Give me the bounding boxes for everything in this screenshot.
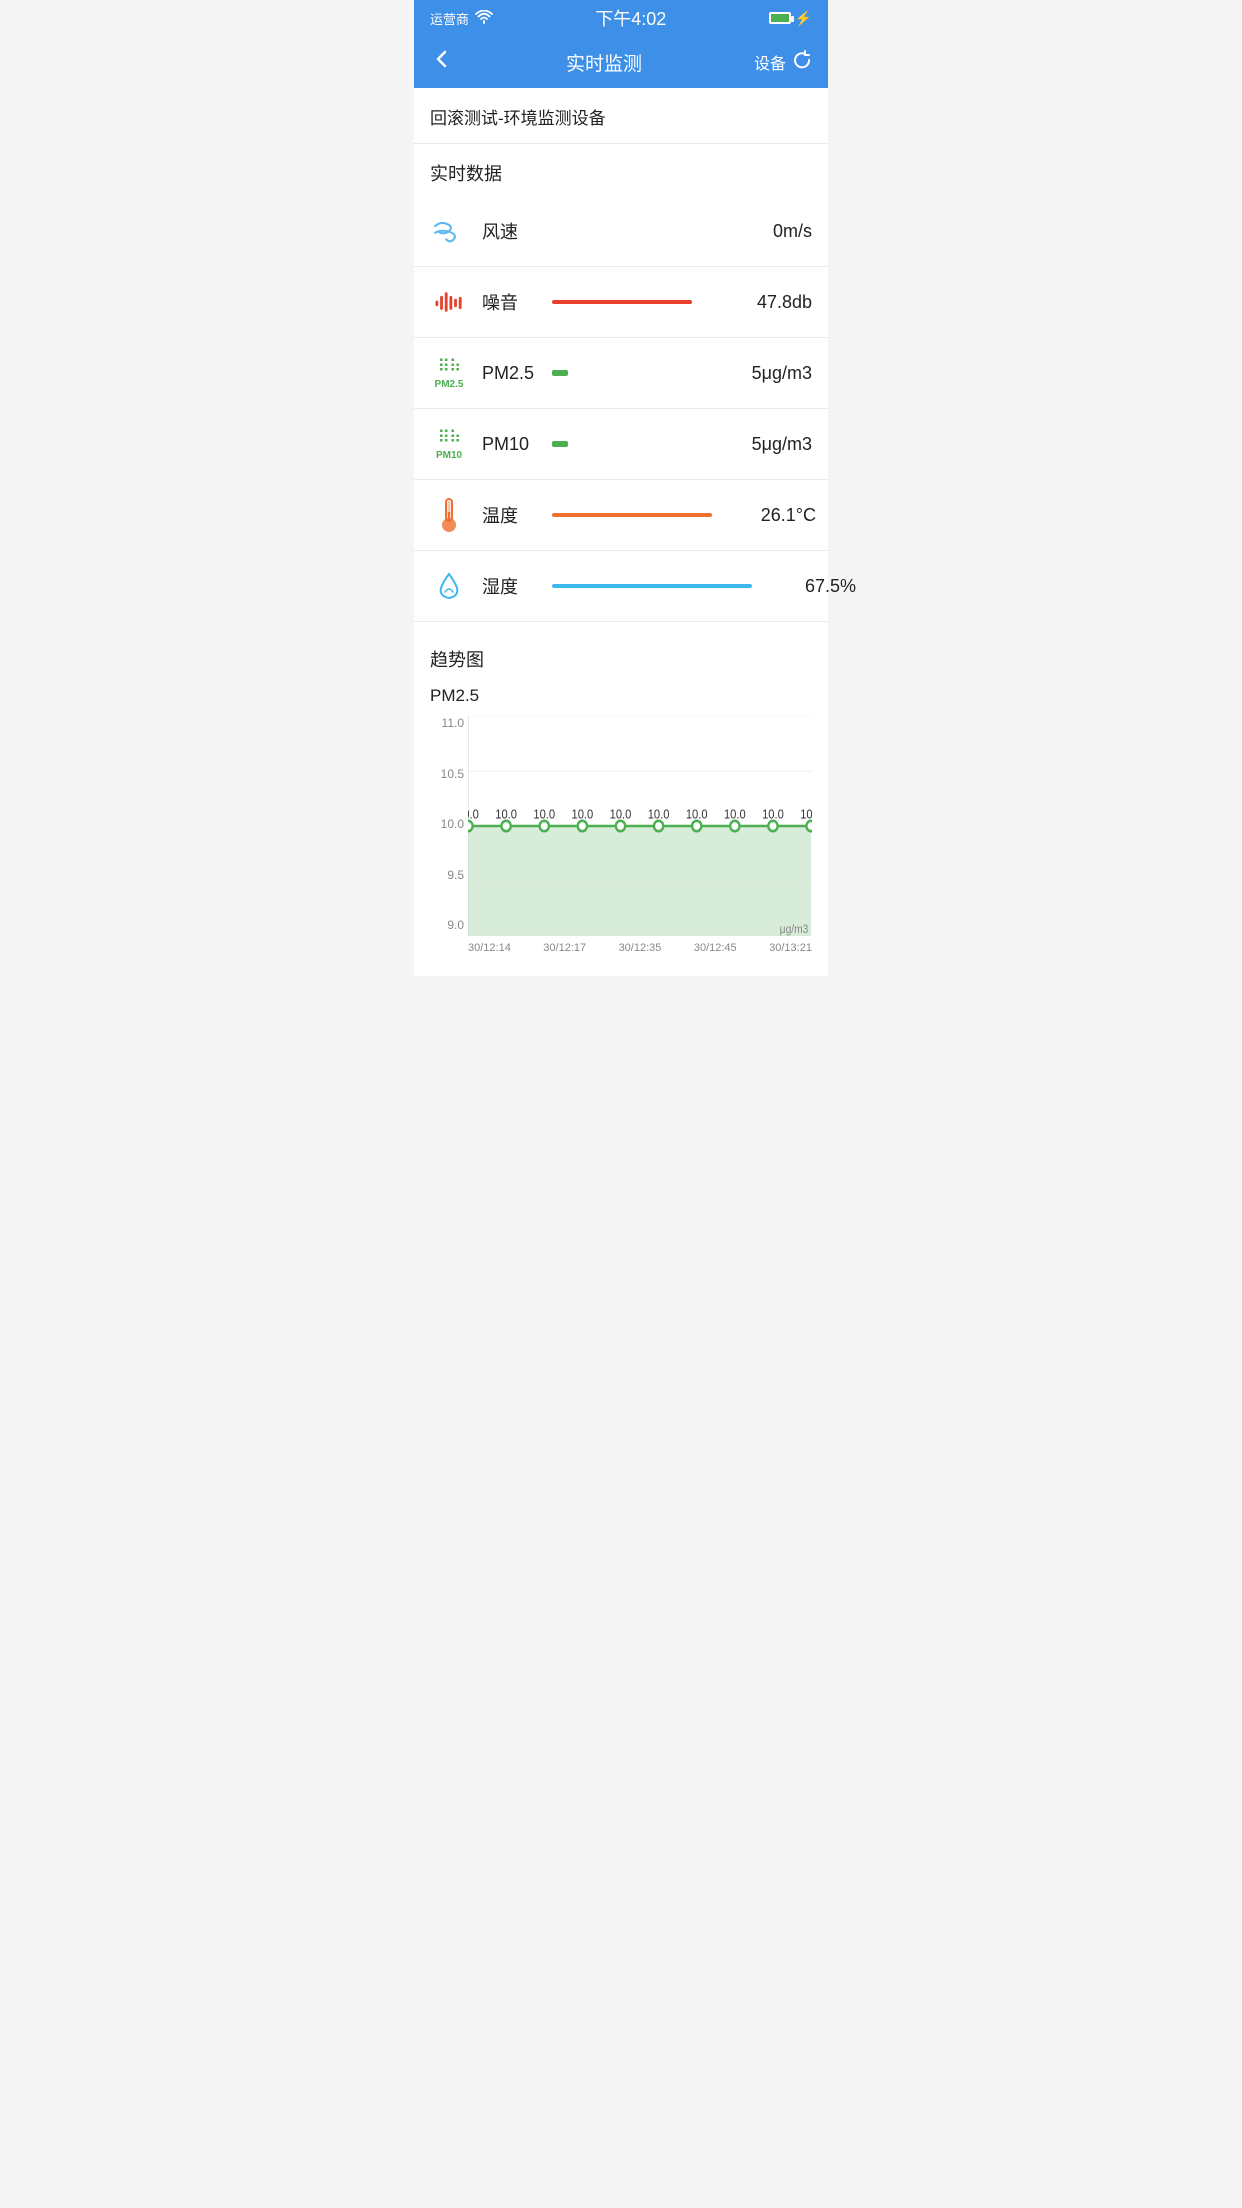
wind-icon	[430, 212, 468, 250]
wind-label: 风速	[482, 218, 538, 244]
noise-bar-area	[552, 300, 708, 304]
chart-title: PM2.5	[430, 686, 812, 706]
noise-value: 47.8db	[722, 292, 812, 313]
chart-container: 11.0 10.5 10.0 9.5 9.0	[430, 716, 812, 976]
realtime-header: 实时数据	[414, 144, 828, 196]
x-axis: 30/12:14 30/12:17 30/12:35 30/12:45 30/1…	[430, 942, 812, 954]
wifi-icon	[475, 10, 493, 27]
data-list: 风速 0m/s 噪音 47.8db	[414, 196, 828, 622]
x-label-5: 30/13:21	[769, 942, 812, 954]
status-bar: 运营商 下午4:02 ⚡	[414, 0, 828, 36]
trend-header: 趋势图	[430, 646, 812, 672]
temp-row: 温度 26.1°C	[414, 480, 828, 551]
nav-right-button[interactable]: 设备	[754, 50, 812, 75]
content: 回滚测试-环境监测设备 实时数据 风速 0m/s	[414, 88, 828, 976]
y-label-2: 10.5	[430, 767, 468, 781]
device-section: 回滚测试-环境监测设备	[414, 88, 828, 144]
x-label-1: 30/12:14	[468, 942, 511, 954]
chart-area: 11.0 10.5 10.0 9.5 9.0	[430, 716, 812, 936]
pm25-bar-area	[552, 370, 708, 376]
temp-bar-area	[552, 513, 712, 517]
noise-bar	[552, 300, 692, 304]
device-name: 回滚测试-环境监测设备	[430, 104, 812, 129]
temp-bar	[552, 513, 712, 517]
pm10-label: PM10	[482, 434, 538, 455]
status-time: 下午4:02	[595, 5, 666, 31]
trend-section: 趋势图 PM2.5 11.0 10.5 10.0 9.5 9.0	[414, 630, 828, 976]
y-label-5: 9.0	[430, 918, 468, 932]
svg-text:10.0: 10.0	[800, 807, 812, 822]
status-right: ⚡	[769, 10, 812, 27]
humidity-value: 67.5%	[766, 576, 856, 597]
noise-label: 噪音	[482, 289, 538, 315]
pm25-label: PM2.5	[482, 363, 538, 384]
y-axis: 11.0 10.5 10.0 9.5 9.0	[430, 716, 468, 936]
svg-text:10.0: 10.0	[495, 807, 517, 822]
svg-text:10.0: 10.0	[686, 807, 708, 822]
pm25-row: ⠿⠷ PM2.5 PM2.5 5μg/m3	[414, 338, 828, 409]
humidity-bar	[552, 584, 752, 588]
svg-text:10.0: 10.0	[468, 807, 479, 822]
refresh-icon[interactable]	[792, 50, 812, 75]
device-label: 设备	[754, 50, 786, 74]
noise-row: 噪音 47.8db	[414, 267, 828, 338]
x-label-3: 30/12:35	[619, 942, 662, 954]
svg-text:10.0: 10.0	[648, 807, 670, 822]
pm10-icon: ⠿⠷ PM10	[430, 425, 468, 463]
nav-title: 实时监测	[566, 49, 642, 76]
svg-text:10.0: 10.0	[610, 807, 632, 822]
y-label-4: 9.5	[430, 868, 468, 882]
carrier-label: 运营商	[430, 9, 469, 28]
temp-value: 26.1°C	[726, 505, 816, 526]
wind-value: 0m/s	[722, 221, 812, 242]
pm10-bar	[552, 441, 568, 447]
pm25-bar	[552, 370, 568, 376]
humidity-label: 湿度	[482, 573, 538, 599]
humidity-icon	[430, 567, 468, 605]
humidity-row: 湿度 67.5%	[414, 551, 828, 622]
pm10-value: 5μg/m3	[722, 434, 812, 455]
y-label-3: 10.0	[430, 817, 468, 831]
svg-text:10.0: 10.0	[762, 807, 784, 822]
y-label-1: 11.0	[430, 716, 468, 730]
temp-label: 温度	[482, 502, 538, 528]
pm25-icon: ⠿⠷ PM2.5	[430, 354, 468, 392]
pm10-row: ⠿⠷ PM10 PM10 5μg/m3	[414, 409, 828, 480]
svg-text:10.0: 10.0	[572, 807, 594, 822]
svg-text:10.0: 10.0	[724, 807, 746, 822]
status-left: 运营商	[430, 9, 493, 28]
humidity-bar-area	[552, 584, 752, 588]
wind-row: 风速 0m/s	[414, 196, 828, 267]
noise-icon	[430, 283, 468, 321]
x-label-2: 30/12:17	[543, 942, 586, 954]
pm25-value: 5μg/m3	[722, 363, 812, 384]
svg-text:μg/m3: μg/m3	[780, 923, 809, 936]
svg-text:10.0: 10.0	[533, 807, 555, 822]
battery-icon	[769, 12, 791, 24]
back-button[interactable]	[430, 47, 454, 77]
nav-bar: 实时监测 设备	[414, 36, 828, 88]
x-label-4: 30/12:45	[694, 942, 737, 954]
chart-plot: 10.0 10.0 10.0 10.0 10.0 10.0 10.0 10.0 …	[468, 716, 812, 936]
temp-icon	[430, 496, 468, 534]
charge-icon: ⚡	[795, 10, 812, 27]
pm10-bar-area	[552, 441, 708, 447]
